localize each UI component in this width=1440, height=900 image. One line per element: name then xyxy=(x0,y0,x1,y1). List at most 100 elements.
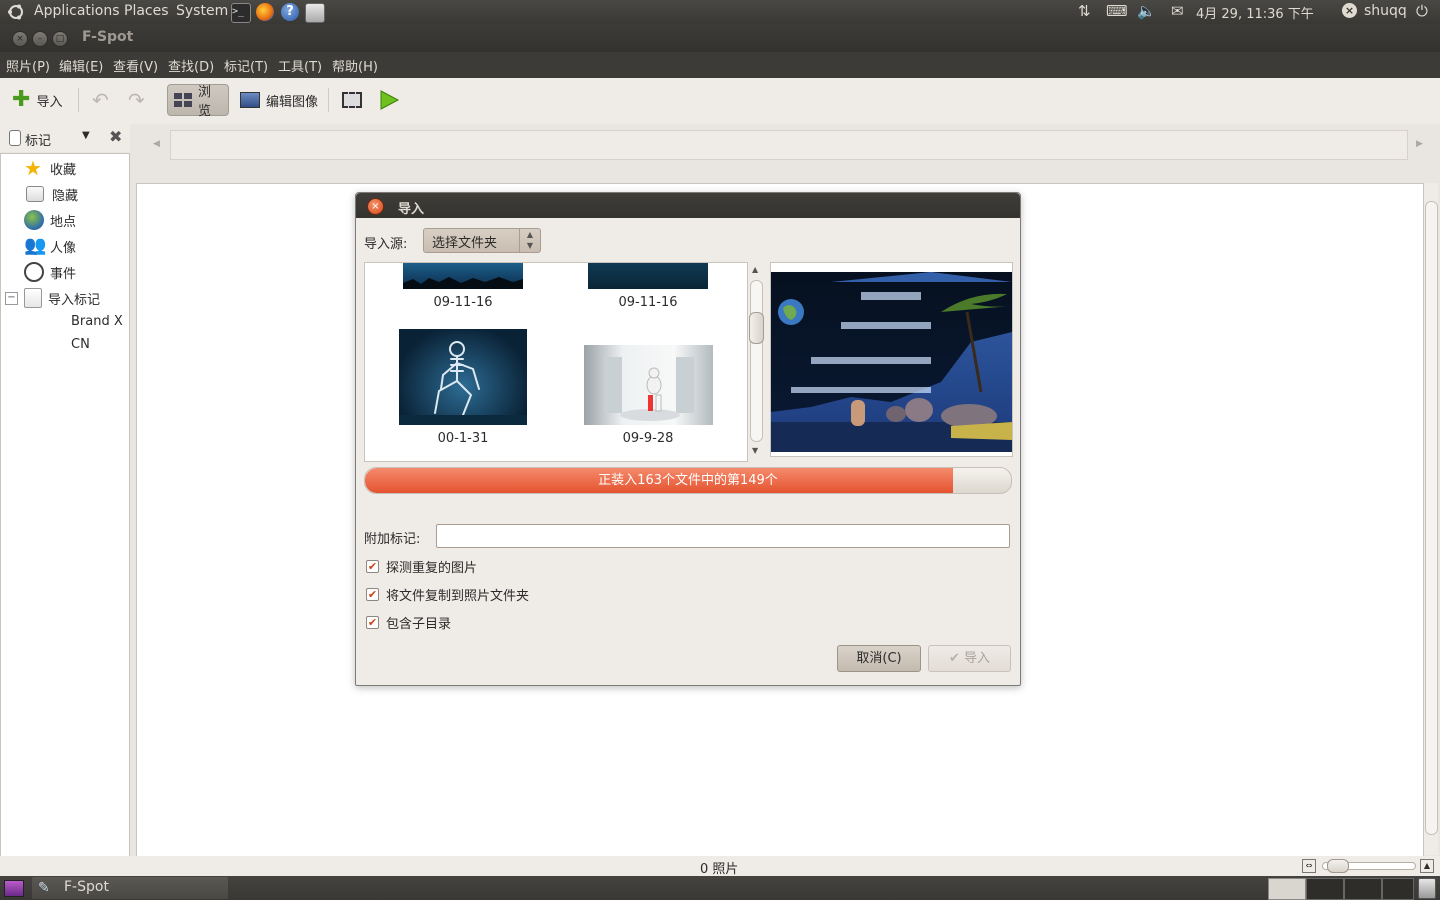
include-subdirs-label[interactable]: 包含子目录 xyxy=(386,613,451,632)
tag-pane-dropdown-icon[interactable]: ▼ xyxy=(82,130,90,141)
import-button[interactable]: ✚ 导入 xyxy=(6,84,68,116)
edit-image-button[interactable]: 编辑图像 xyxy=(234,84,324,116)
menu-applications[interactable]: Applications xyxy=(34,3,120,19)
maximize-window-button[interactable]: □ xyxy=(52,31,68,47)
attach-tag-label: 附加标记: xyxy=(364,532,421,547)
workspace-4[interactable] xyxy=(1382,878,1414,900)
user-status-icon[interactable]: × xyxy=(1342,3,1357,18)
volume-icon[interactable]: 🔈 xyxy=(1137,2,1156,20)
menu-tools[interactable]: 工具(T) xyxy=(278,56,322,75)
browse-button-label: 浏览 xyxy=(198,85,212,119)
tag-pane-close-icon[interactable]: ✖ xyxy=(109,127,122,146)
star-icon: ★ xyxy=(24,156,42,180)
tag-pane-title: 标记 xyxy=(25,134,52,149)
tag-label: 隐藏 xyxy=(52,188,79,204)
thumbnail-image[interactable] xyxy=(584,345,713,425)
menu-tags[interactable]: 标记(T) xyxy=(224,56,268,75)
help-icon[interactable]: ? xyxy=(281,3,299,21)
workspace-2[interactable] xyxy=(1306,878,1344,900)
tag-brand-x[interactable]: Brand X xyxy=(71,314,123,329)
workspace-1[interactable] xyxy=(1268,878,1306,900)
globe-icon xyxy=(24,210,44,230)
ubuntu-logo-icon[interactable] xyxy=(7,3,25,21)
taskbar-fspot[interactable]: ✎ F-Spot xyxy=(32,877,228,899)
thumbnail-image[interactable] xyxy=(588,263,708,289)
power-icon[interactable]: ⏻ xyxy=(1416,2,1428,20)
timeline-left-arrow-icon[interactable]: ◀ xyxy=(153,139,160,149)
tag-cn[interactable]: CN xyxy=(71,337,90,352)
play-icon xyxy=(380,90,400,110)
zoom-fit-icon[interactable]: ⇔ xyxy=(1302,859,1316,873)
zoom-slider[interactable] xyxy=(1322,859,1416,873)
tag-label: 事件 xyxy=(50,266,77,282)
cancel-button[interactable]: 取消(C) xyxy=(837,645,921,672)
thumbnail-label: 09-11-16 xyxy=(618,295,678,310)
include-subdirs-checkbox[interactable]: ✔ xyxy=(366,616,379,629)
photo-scrollbar[interactable] xyxy=(1424,183,1438,855)
fspot-icon: ✎ xyxy=(38,880,50,896)
collapse-toggle[interactable]: − xyxy=(5,292,18,305)
close-window-button[interactable]: × xyxy=(12,31,28,47)
show-desktop-icon[interactable] xyxy=(4,880,24,897)
source-select[interactable]: 选择文件夹 ▲ ▼ xyxy=(423,228,541,253)
attach-tag-input[interactable] xyxy=(436,524,1010,548)
copy-files-label[interactable]: 将文件复制到照片文件夹 xyxy=(386,585,529,604)
menu-edit[interactable]: 编辑(E) xyxy=(59,56,103,75)
menu-photo[interactable]: 照片(P) xyxy=(6,56,50,75)
thumbnail-image[interactable] xyxy=(399,329,527,425)
rotate-left-icon[interactable]: ↶ xyxy=(86,84,115,116)
firefox-icon[interactable] xyxy=(256,3,274,21)
keyboard-icon[interactable]: ⌨ xyxy=(1106,2,1128,20)
detect-duplicates-checkbox[interactable]: ✔ xyxy=(366,560,379,573)
menu-view[interactable]: 查看(V) xyxy=(113,56,158,75)
user-name[interactable]: shuqq xyxy=(1364,3,1407,19)
tag-places[interactable]: 地点 xyxy=(24,209,76,231)
copy-files-checkbox[interactable]: ✔ xyxy=(366,588,379,601)
timeline[interactable] xyxy=(170,130,1408,160)
cancel-button-label: 取消(C) xyxy=(856,651,902,666)
tag-events[interactable]: 事件 xyxy=(24,261,76,283)
trash-icon[interactable] xyxy=(1418,878,1436,899)
clock[interactable]: 4月 29, 11:36 下午 xyxy=(1196,3,1314,22)
menu-help[interactable]: 帮助(H) xyxy=(332,56,378,75)
fullscreen-button[interactable] xyxy=(336,84,368,116)
clock-icon xyxy=(24,262,44,282)
zoom-in-icon[interactable]: ▲ xyxy=(1420,859,1434,873)
tag-favorites[interactable]: ★ 收藏 xyxy=(24,157,76,179)
window-titlebar[interactable] xyxy=(0,24,1440,52)
tag-hidden[interactable]: 隐藏 xyxy=(24,183,78,205)
detect-duplicates-label[interactable]: 探测重复的图片 xyxy=(386,557,477,576)
slideshow-button[interactable] xyxy=(372,84,406,116)
network-icon[interactable]: ⇅ xyxy=(1078,2,1091,20)
menu-find[interactable]: 查找(D) xyxy=(168,56,214,75)
timeline-right-arrow-icon[interactable]: ▶ xyxy=(1416,139,1423,149)
tag-import-tags[interactable]: 导入标记 xyxy=(24,287,100,309)
plus-icon: ✚ xyxy=(12,87,31,112)
screenshot-icon[interactable] xyxy=(305,3,325,23)
bottom-panel: ✎ F-Spot xyxy=(0,876,1440,900)
tag-tree xyxy=(0,153,130,857)
tag-pane-header: 标记 ▼ ✖ xyxy=(0,124,130,152)
menu-system[interactable]: System xyxy=(176,3,228,19)
workspace-3[interactable] xyxy=(1344,878,1382,900)
browse-button[interactable]: 浏览 xyxy=(167,84,229,119)
toolbar-separator xyxy=(328,88,329,112)
browse-grid-icon xyxy=(174,93,192,107)
menu-places[interactable]: Places xyxy=(124,3,169,19)
terminal-icon[interactable]: >_ xyxy=(231,3,251,23)
source-label: 导入源: xyxy=(364,237,408,252)
import-confirm-button[interactable]: ✔ 导入 xyxy=(928,645,1011,672)
dialog-close-button[interactable]: × xyxy=(367,198,384,215)
tag-people[interactable]: 👥 人像 xyxy=(24,235,76,257)
preview-image xyxy=(771,272,1012,452)
import-progress-bar: 正装入163个文件中的第149个 xyxy=(364,467,1012,494)
scroll-up-icon[interactable]: ▲ xyxy=(752,265,758,274)
dialog-titlebar[interactable] xyxy=(356,193,1020,218)
scroll-down-icon[interactable]: ▼ xyxy=(752,446,758,455)
thumbnail-image[interactable] xyxy=(403,263,523,289)
mail-icon[interactable]: ✉ xyxy=(1171,2,1184,20)
thumbnail-scrollbar[interactable]: ▲ ▼ xyxy=(748,262,764,460)
rotate-right-icon[interactable]: ↷ xyxy=(122,84,151,116)
thumbnail-grid[interactable]: 09-11-16 09-11-16 00-1-31 09-9-28 xyxy=(364,262,748,462)
minimize-window-button[interactable]: – xyxy=(32,31,48,47)
